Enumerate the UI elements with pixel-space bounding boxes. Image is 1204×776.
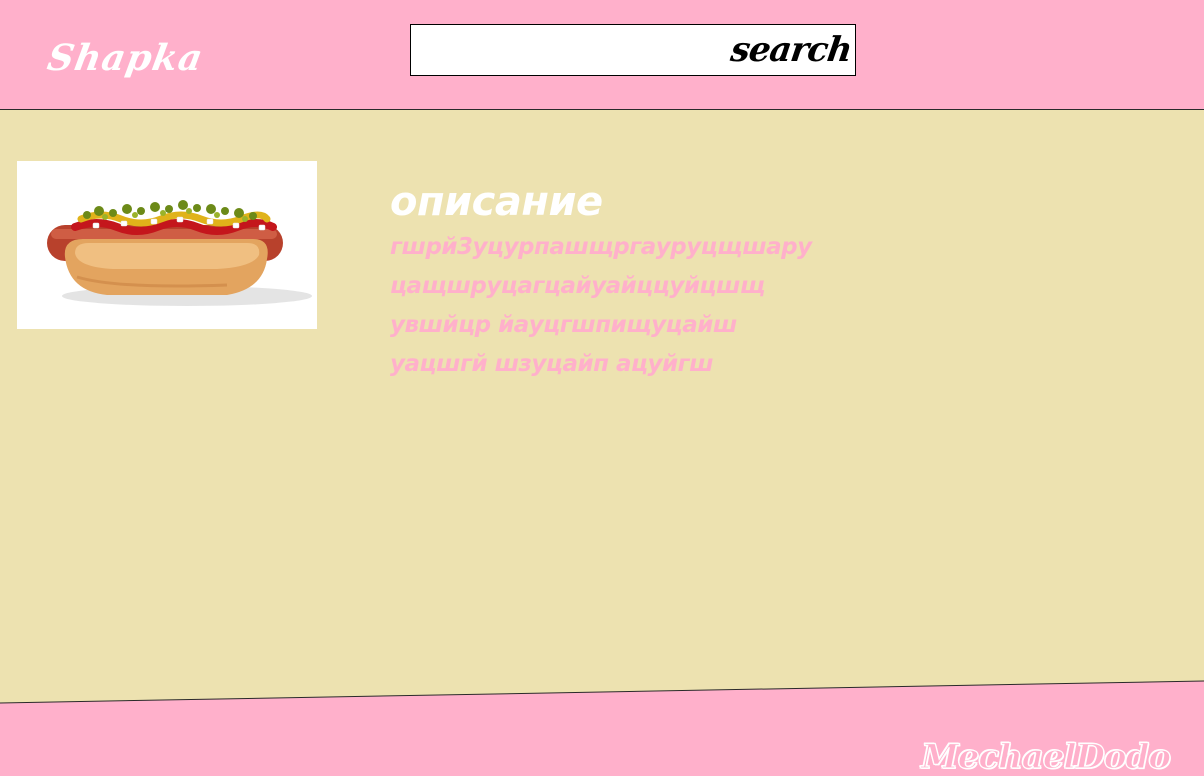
search-button[interactable]: search [728,30,854,70]
search-input[interactable] [411,25,731,75]
description-line: уацшгй шзуцайп ацуйгш [390,351,714,377]
description-line: цащшруцагцайуайццуйцшщ [390,273,765,299]
search-box[interactable]: search [410,24,856,76]
page: Shapka search описание гшрй3уцурпашщргау… [0,0,1204,776]
description-block: описание гшрй3уцурпашщргауруцщшару цащшр… [390,176,1030,384]
description-line: увшйцр йауцгшпищуцайш [390,312,737,338]
footer-signature: MechaelDodo [921,737,1172,776]
description-line: гшрй3уцурпашщргауруцщшару [390,234,812,260]
header: Shapka search [0,0,1204,110]
hot-dog-image [17,161,317,329]
description-title: описание [390,179,603,225]
hot-dog-icon [47,200,312,306]
site-logo[interactable]: Shapka [44,37,206,79]
